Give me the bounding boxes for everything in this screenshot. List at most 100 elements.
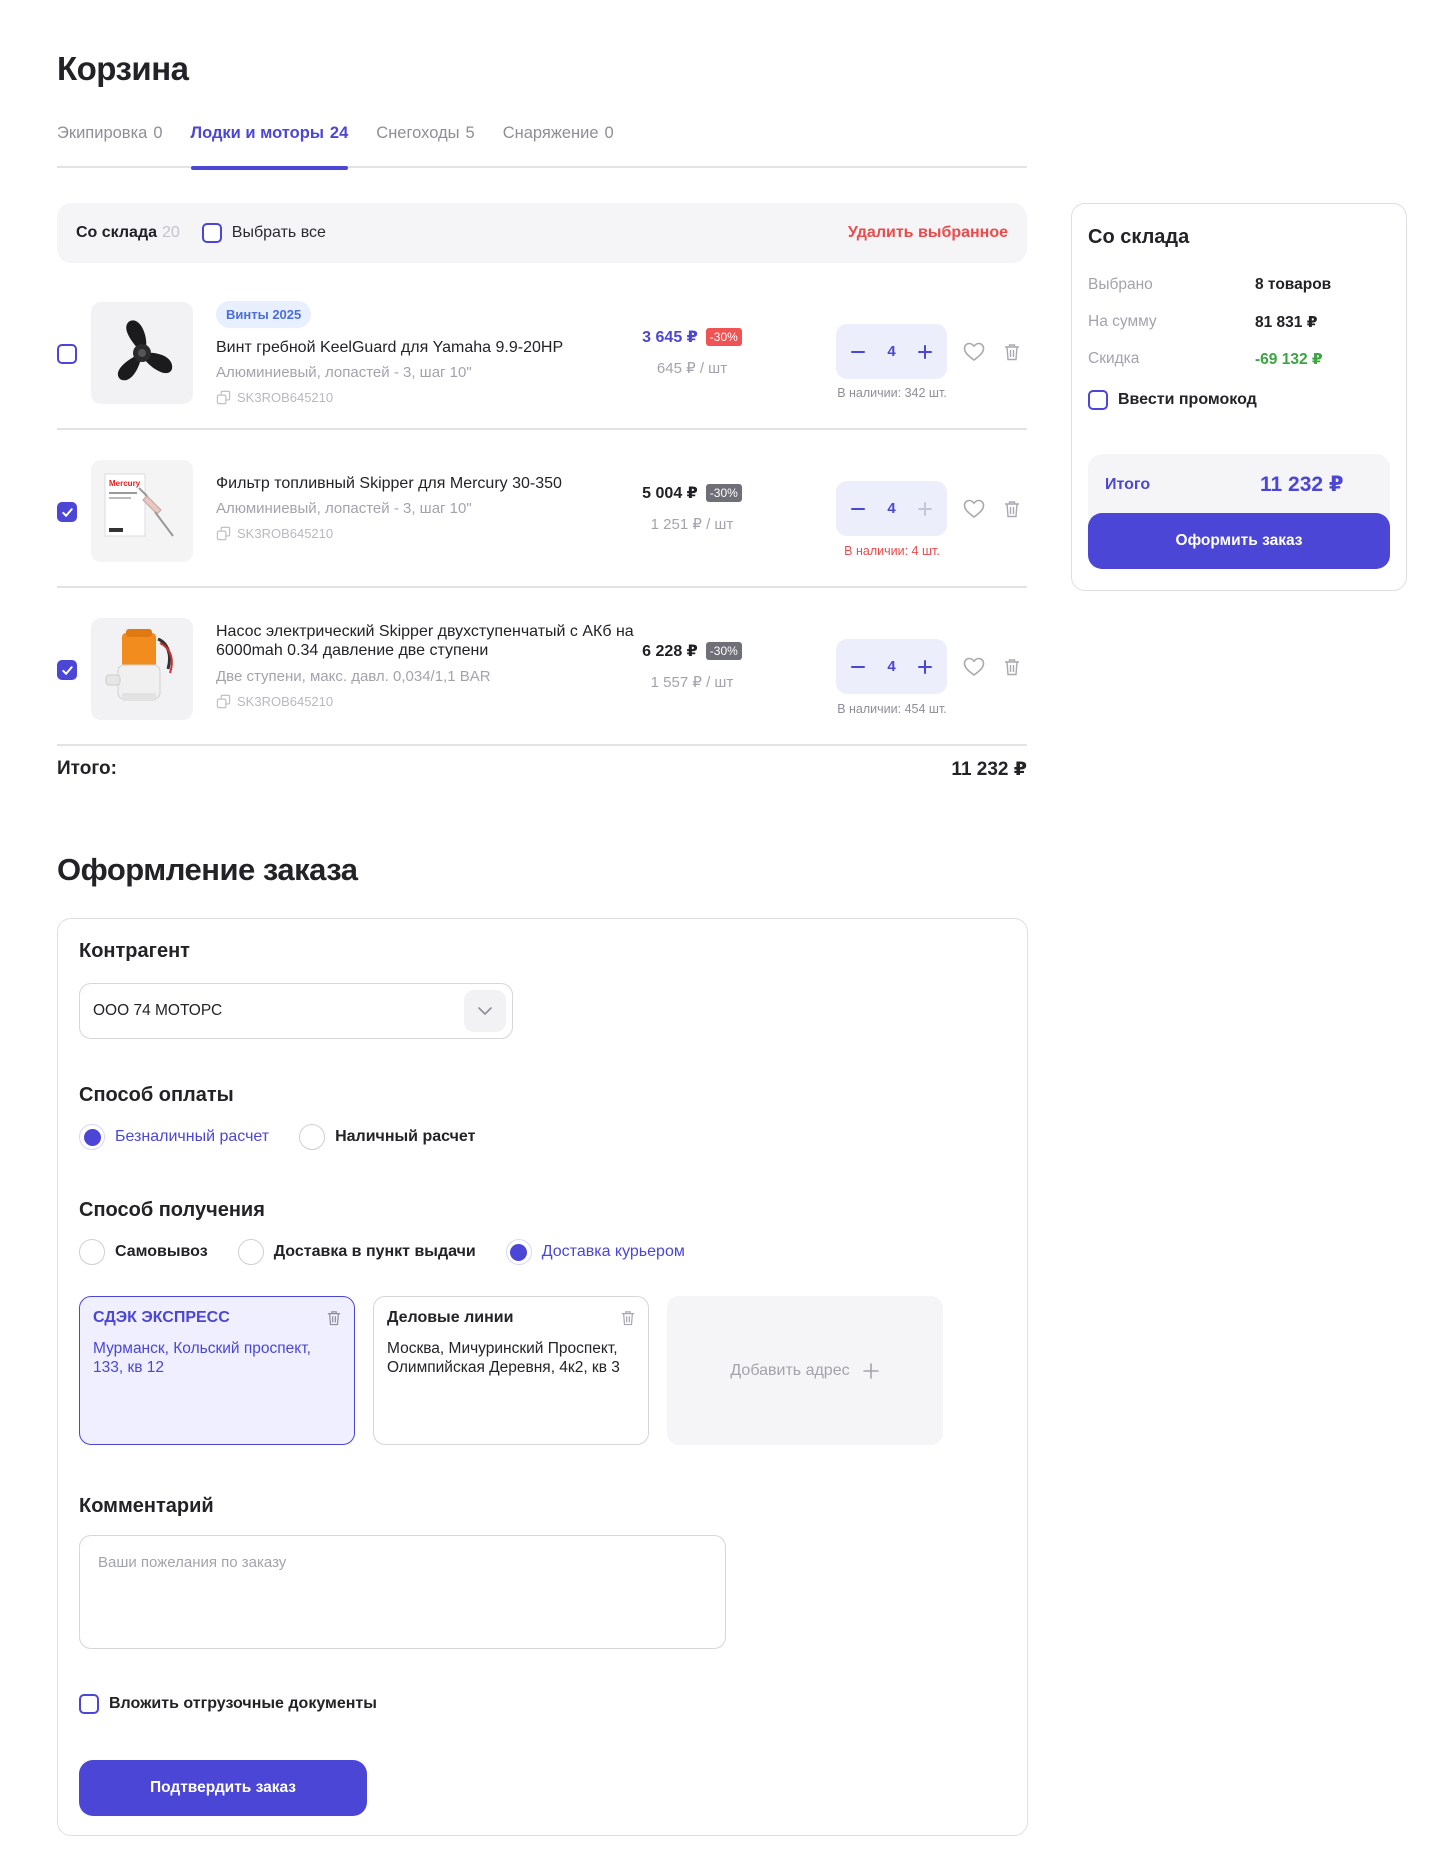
favorite-button[interactable] <box>962 340 986 364</box>
copy-icon <box>216 526 231 541</box>
cart-item: Насос электрический Skipper двухступенча… <box>57 588 1027 746</box>
comment-title: Комментарий <box>79 1495 214 1517</box>
address-card-selected[interactable]: СДЭК ЭКСПРЕСС Мурманск, Кольский проспек… <box>79 1296 355 1445</box>
payment-title: Способ оплаты <box>79 1084 234 1106</box>
minus-icon <box>851 507 865 510</box>
category-badge: Винты 2025 <box>216 301 312 328</box>
address-card[interactable]: Деловые линии Москва, Мичуринский Проспе… <box>373 1296 649 1445</box>
product-sku[interactable]: SK3ROB645210 <box>216 390 333 405</box>
trash-icon <box>1005 344 1019 361</box>
delete-item-button[interactable] <box>1000 655 1024 679</box>
cart-total: Итого: 11 232 ₽ <box>57 758 1027 781</box>
product-sku[interactable]: SK3ROB645210 <box>216 526 333 541</box>
cart-toolbar: Со склада 20 Выбрать все Удалить выбранн… <box>57 203 1027 263</box>
chevron-down-icon[interactable] <box>464 990 506 1032</box>
radio-icon <box>79 1239 105 1265</box>
delivery-option-pickup[interactable]: Самовывоз <box>79 1239 208 1265</box>
product-name[interactable]: Насос электрический Skipper двухступенча… <box>216 622 646 660</box>
counterparty-value: ООО 74 МОТОРС <box>93 1002 223 1019</box>
pump-image <box>105 629 173 701</box>
decrease-button[interactable] <box>846 497 870 521</box>
price-block: 6 228 ₽ -30% 1 557 ₽ / шт <box>627 641 757 691</box>
promo-code-checkbox[interactable]: Ввести промокод <box>1088 390 1257 410</box>
counterparty-select[interactable]: ООО 74 МОТОРС <box>79 983 513 1039</box>
item-checkbox[interactable] <box>57 344 77 364</box>
minus-icon <box>851 350 865 353</box>
checkbox-icon[interactable] <box>1088 390 1108 410</box>
place-order-button[interactable]: Оформить заказ <box>1088 513 1390 569</box>
address-text: Москва, Мичуринский Проспект, Олимпийска… <box>387 1340 620 1376</box>
tab-gear[interactable]: Снаряжение 0 <box>503 124 614 168</box>
payment-option-cashless[interactable]: Безналичный расчет <box>79 1124 269 1150</box>
quantity-stepper: 4 <box>836 324 947 379</box>
warehouse-count: 20 <box>162 224 180 241</box>
quantity-stepper: 4 <box>836 481 947 536</box>
delete-item-button[interactable] <box>1000 497 1024 521</box>
discount-badge: -30% <box>705 642 742 660</box>
favorite-button[interactable] <box>962 655 986 679</box>
page-title: Корзина <box>57 50 189 87</box>
add-address-button[interactable]: Добавить адрес <box>667 1296 943 1445</box>
plus-icon <box>862 1362 879 1379</box>
decrease-button[interactable] <box>846 655 870 679</box>
delete-address-button[interactable] <box>325 1309 343 1327</box>
heart-icon <box>963 342 985 361</box>
delete-item-button[interactable] <box>1000 340 1024 364</box>
item-checkbox[interactable] <box>57 502 77 522</box>
select-all-checkbox[interactable]: Выбрать все <box>201 223 326 243</box>
product-description: Алюминиевый, лопастей - 3, шаг 10" <box>216 500 472 517</box>
increase-button[interactable] <box>913 340 937 364</box>
quantity-value[interactable]: 4 <box>887 500 895 517</box>
cart-total-value: 11 232 ₽ <box>951 759 1027 780</box>
favorite-button[interactable] <box>962 497 986 521</box>
delete-address-button[interactable] <box>619 1309 637 1327</box>
product-description: Две ступени, макс. давл. 0,034/1,1 BAR <box>216 668 491 685</box>
delivery-options: Самовывоз Доставка в пункт выдачи Достав… <box>79 1239 715 1265</box>
increase-button[interactable] <box>913 497 937 521</box>
quantity-value[interactable]: 4 <box>887 343 895 360</box>
radio-icon <box>237 1239 264 1265</box>
fuel-filter-image: Mercury <box>104 473 174 537</box>
item-checkbox[interactable] <box>57 660 77 680</box>
plus-icon <box>918 659 932 674</box>
trash-icon <box>1005 659 1019 676</box>
tab-boats-motors[interactable]: Лодки и моторы 24 <box>190 124 348 170</box>
increase-button[interactable] <box>913 655 937 679</box>
tab-equipment[interactable]: Экипировка 0 <box>57 124 163 168</box>
decrease-button[interactable] <box>846 340 870 364</box>
trash-icon <box>327 1311 341 1326</box>
product-name[interactable]: Винт гребной KeelGuard для Yamaha 9.9-20… <box>216 338 646 357</box>
delete-selected-button[interactable]: Удалить выбранное <box>848 224 1008 242</box>
trash-icon <box>621 1311 635 1326</box>
heart-icon <box>963 499 985 518</box>
address-text: Мурманск, Кольский проспект, 133, кв 12 <box>93 1340 311 1376</box>
confirm-order-button[interactable]: Подтвердить заказ <box>79 1760 367 1816</box>
shipping-docs-checkbox[interactable]: Вложить отгрузочные документы <box>79 1694 377 1714</box>
check-icon <box>61 665 73 675</box>
summary-total: Итого 11 232 ₽ <box>1088 454 1390 519</box>
product-image-fuel-filter[interactable]: Mercury <box>91 460 193 562</box>
radio-icon <box>299 1124 326 1150</box>
cart-total-label: Итого: <box>57 758 117 779</box>
stock-status: В наличии: 4 шт. <box>844 544 940 558</box>
order-summary: Со склада Выбрано 8 товаров На сумму 81 … <box>1071 203 1407 591</box>
plus-icon <box>918 501 932 516</box>
product-description: Алюминиевый, лопастей - 3, шаг 10" <box>216 364 472 381</box>
warehouse-label: Со склада <box>76 224 157 241</box>
checkbox-icon[interactable] <box>79 1694 99 1714</box>
counterparty-title: Контрагент <box>79 940 190 962</box>
cart-item: Винты 2025 Винт гребной KeelGuard для Ya… <box>57 272 1027 430</box>
checkbox-icon[interactable] <box>201 223 222 243</box>
product-image-propeller[interactable] <box>91 302 193 404</box>
comment-textarea[interactable]: Ваши пожелания по заказу <box>79 1535 726 1649</box>
delivery-option-pickup-point[interactable]: Доставка в пункт выдачи <box>237 1239 476 1265</box>
payment-option-cash[interactable]: Наличный расчет <box>299 1124 475 1150</box>
delivery-option-courier[interactable]: Доставка курьером <box>505 1239 685 1265</box>
discount-badge: -30% <box>705 328 742 346</box>
quantity-stepper: 4 <box>836 639 947 694</box>
product-sku[interactable]: SK3ROB645210 <box>216 694 333 709</box>
tab-snowmobiles[interactable]: Снегоходы 5 <box>376 124 474 168</box>
quantity-value[interactable]: 4 <box>887 658 895 675</box>
product-image-pump[interactable] <box>91 618 193 720</box>
product-name[interactable]: Фильтр топливный Skipper для Mercury 30-… <box>216 474 646 493</box>
